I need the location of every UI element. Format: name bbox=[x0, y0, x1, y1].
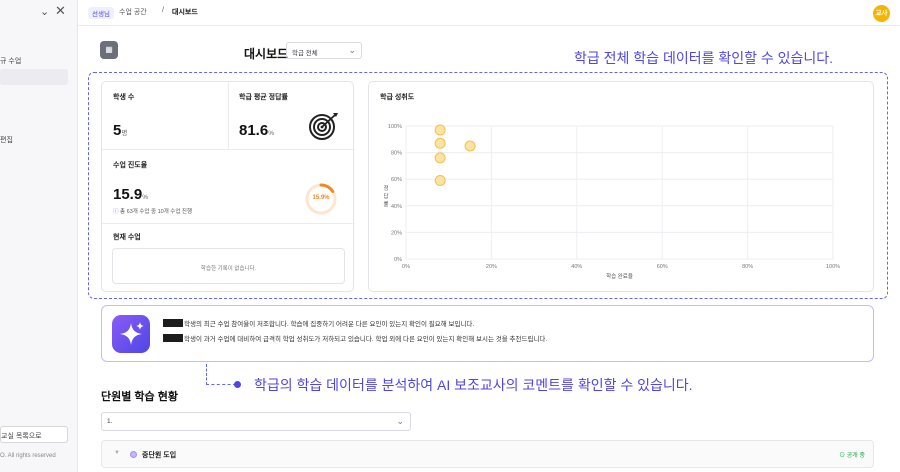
progress-ring-label: 15.9% bbox=[312, 195, 330, 201]
y-axis-label-char: 답 bbox=[383, 193, 388, 200]
y-tick-label: 80% bbox=[391, 151, 402, 157]
chevron-down-icon[interactable]: ⌄ bbox=[40, 5, 49, 18]
annotation-ai-comment: 학급의 학습 데이터를 분석하여 AI 보조교사의 코멘트를 확인할 수 있습니… bbox=[254, 377, 693, 393]
breadcrumb: 선생님 수업 공간 / 대시보드 교사 bbox=[78, 0, 900, 26]
ai-comment-line: 학생의 최근 수업 참여율이 저조합니다. 학습에 집중하기 어려운 다른 요인… bbox=[163, 318, 474, 328]
y-tick-label: 100% bbox=[388, 124, 402, 130]
achievement-chart-card: 학급 성취도 0% 20% 40% 60% 80% 100% 0% 20% 40% 60% 80% 1… bbox=[368, 81, 874, 292]
unit-select-value: 1. bbox=[107, 418, 113, 425]
chevron-down-icon: ⌄ bbox=[348, 45, 356, 55]
scatter-point bbox=[464, 140, 476, 152]
divider bbox=[102, 223, 355, 224]
progress-unit: % bbox=[142, 194, 148, 201]
ai-comment-text: 학생의 최근 수업 참여율이 저조합니다. 학습에 집중하기 어려운 다른 요인… bbox=[184, 321, 475, 328]
sidebar-item-class[interactable]: 규 수업 bbox=[0, 56, 21, 66]
y-tick-label: 60% bbox=[391, 177, 402, 183]
ai-comment-box: 학생의 최근 수업 참여율이 저조합니다. 학습에 집중하기 어려운 다른 요인… bbox=[101, 305, 874, 362]
progress-number: 15.9 bbox=[113, 186, 143, 203]
sidebar: ⌄ ✕ 규 수업 편집 교실 목록으로 O. All rights reserv… bbox=[0, 0, 78, 472]
unit-select[interactable]: 1. ⌄ bbox=[101, 412, 411, 431]
x-tick-label: 0% bbox=[402, 264, 410, 270]
class-filter-value: 학급 전체 bbox=[292, 50, 318, 57]
ai-comment-text: 학생이 과거 수업에 대비하여 급격히 학업 성취도가 저하되고 있습니다. 학… bbox=[184, 336, 548, 343]
progress-note: ⓘ 총 63개 수업 중 10개 수업 진행 bbox=[113, 207, 192, 215]
unit-status-title: 단원별 학습 현황 bbox=[101, 391, 178, 403]
list-item[interactable]: ▼ 중단원 도입 ⊙ 공개 중 bbox=[101, 440, 874, 468]
x-tick-label: 40% bbox=[571, 264, 582, 270]
accuracy-unit: % bbox=[268, 130, 274, 137]
progress-value: 15.9% bbox=[113, 186, 148, 203]
sidebar-header: ⌄ ✕ bbox=[0, 0, 78, 26]
sidebar-item-active[interactable] bbox=[0, 69, 68, 85]
accuracy-number: 81.6 bbox=[239, 122, 269, 139]
students-unit: 명 bbox=[121, 130, 128, 137]
status-badge: ⊙ 공개 중 bbox=[839, 453, 865, 459]
scatter-point bbox=[434, 175, 446, 187]
chevron-down-icon: ⌄ bbox=[396, 416, 404, 426]
breadcrumb-class-space[interactable]: 수업 공간 bbox=[119, 7, 147, 17]
expand-triangle-icon[interactable]: ▼ bbox=[114, 450, 120, 456]
breadcrumb-dashboard: 대시보드 bbox=[172, 9, 198, 16]
scatter-point bbox=[434, 124, 446, 136]
back-to-classrooms-button[interactable]: 교실 목록으로 bbox=[0, 426, 68, 443]
x-tick-label: 100% bbox=[826, 264, 840, 270]
main-content: 선생님 수업 공간 / 대시보드 교사 ▦ 대시보드 학급 전체 ⌄ 학급 전체… bbox=[78, 0, 900, 472]
x-axis-label: 학습 완료율 bbox=[606, 272, 633, 280]
info-icon: ⓘ bbox=[113, 209, 119, 215]
y-tick-label: 20% bbox=[391, 230, 402, 236]
breadcrumb-separator: / bbox=[162, 7, 164, 14]
annotation-class-data: 학급 전체 학습 데이터를 확인할 수 있습니다. bbox=[574, 50, 834, 66]
x-tick-label: 20% bbox=[486, 264, 497, 270]
status-badge-text: 공개 중 bbox=[846, 453, 865, 459]
achievement-scatter-chart: 0% 20% 40% 60% 80% 100% 0% 20% 40% 60% 80% 100% 학습 완… bbox=[383, 124, 840, 280]
annotation-dot bbox=[234, 381, 241, 388]
accuracy-label: 학급 평균 정답률 bbox=[239, 94, 288, 101]
scatter-point bbox=[434, 152, 446, 164]
ai-sparkle-icon bbox=[112, 315, 150, 353]
x-tick-label: 60% bbox=[657, 264, 668, 270]
role-chip: 선생님 bbox=[88, 7, 114, 19]
sidebar-item-edit[interactable]: 편집 bbox=[0, 135, 13, 145]
y-axis-label-char: 정 bbox=[383, 185, 388, 192]
unit-row-label: 중단원 도입 bbox=[142, 452, 177, 459]
ai-comment-line: 학생이 과거 수업에 대비하여 급격히 학업 성취도가 저하되고 있습니다. 학… bbox=[163, 333, 547, 343]
y-axis-label-char: 률 bbox=[383, 201, 388, 208]
current-class-label: 현재 수업 bbox=[113, 234, 141, 241]
scatter-point bbox=[434, 137, 446, 149]
progress-note-text: 총 63개 수업 중 10개 수업 진행 bbox=[120, 209, 193, 215]
unit-dot-icon bbox=[130, 451, 137, 458]
copyright-text: O. All rights reserved bbox=[0, 453, 56, 459]
y-tick-label: 0% bbox=[394, 257, 402, 263]
divider bbox=[102, 149, 355, 150]
redacted-name bbox=[163, 334, 183, 342]
class-filter-select[interactable]: 학급 전체 ⌄ bbox=[286, 42, 362, 59]
x-tick-label: 80% bbox=[742, 264, 753, 270]
divider bbox=[228, 82, 229, 149]
annotation-connector bbox=[206, 364, 236, 385]
dashboard-icon: ▦ bbox=[100, 41, 118, 59]
y-tick-label: 40% bbox=[391, 204, 402, 210]
app: ⌄ ✕ 규 수업 편집 교실 목록으로 O. All rights reserv… bbox=[0, 0, 900, 472]
close-icon[interactable]: ✕ bbox=[55, 3, 66, 19]
accuracy-value: 81.6% bbox=[239, 122, 274, 139]
redacted-name bbox=[163, 319, 183, 327]
students-label: 학생 수 bbox=[113, 94, 135, 101]
students-value: 5명 bbox=[113, 122, 127, 139]
current-class-empty: 학습한 기록이 없습니다. bbox=[112, 248, 345, 284]
avatar[interactable]: 교사 bbox=[873, 5, 890, 22]
stats-card: 학생 수 5명 학급 평균 정답률 81.6% 수업 진도율 15.9% ⓘ 총… bbox=[101, 81, 355, 292]
target-icon bbox=[309, 113, 338, 140]
progress-label: 수업 진도율 bbox=[113, 162, 148, 169]
page-title: 대시보드 bbox=[244, 47, 289, 61]
